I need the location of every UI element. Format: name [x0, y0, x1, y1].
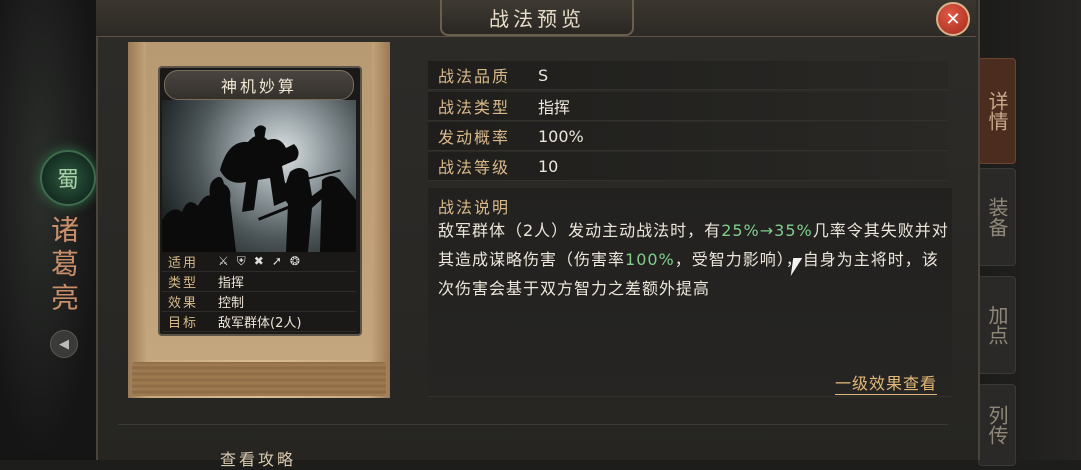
view-guide-button[interactable]: 查看攻略 [220, 446, 296, 470]
info-row-quality: 战法品质 S [428, 61, 948, 90]
level-effect-link[interactable]: 一级效果查看 [835, 370, 938, 395]
chariot-wheel-icon: ❂ [289, 254, 300, 268]
card-row-value: 控制 [218, 296, 245, 311]
probability-highlight: 25%→35% [721, 221, 813, 240]
info-key: 战法等级 [438, 158, 511, 177]
card-row-effect: 效果 控制 [162, 292, 356, 312]
damage-rate-highlight: 100% [625, 250, 675, 269]
info-value: 10 [538, 156, 559, 176]
scroll-rod [132, 362, 386, 396]
info-value: 指挥 [538, 98, 571, 117]
tactic-card-artwork [162, 100, 356, 252]
card-row-key: 类型 [168, 276, 199, 291]
info-value: 100% [538, 126, 584, 146]
shield-icon: ⛨ [236, 254, 246, 268]
card-row-applicable: 适用 ⚔ ⛨ ✖ ➚ ❂ [162, 252, 356, 272]
speaker-icon[interactable]: ◀ [50, 330, 78, 358]
info-row-level: 战法等级 10 [428, 152, 948, 181]
faction-emblem-icon: 蜀 [40, 150, 96, 206]
tab-biography[interactable]: 列传 [978, 384, 1016, 466]
info-row-probability: 发动概率 100% [428, 122, 948, 151]
crossbow-icon: ✖ [253, 254, 264, 268]
hero-name: 诸葛亮 [47, 215, 80, 317]
card-row-type: 类型 指挥 [162, 272, 356, 292]
divider [118, 424, 948, 425]
description-title: 战法说明 [438, 198, 511, 217]
close-button[interactable]: ✕ [936, 2, 970, 36]
tab-equipment[interactable]: 装备 [978, 168, 1016, 266]
description-text: 敌军群体（2人）发动主动战法时，有25%→35%几率令其失败并对其造成谋略伤害（… [438, 221, 949, 298]
battle-silhouette-image [162, 125, 356, 252]
info-key: 发动概率 [438, 128, 511, 147]
card-row-value: 指挥 [218, 276, 245, 291]
tab-details[interactable]: 详情 [978, 58, 1016, 164]
card-row-target: 目标 敌军群体(2人) [162, 312, 356, 332]
info-key: 战法品质 [438, 67, 511, 86]
spear-icon: ➚ [271, 254, 282, 268]
card-row-key: 效果 [168, 296, 199, 311]
tactic-card-attributes: 适用 ⚔ ⛨ ✖ ➚ ❂ 类型 指挥 效果 控制 目标 敌军群体(2人) [162, 252, 356, 332]
info-value: S [538, 65, 549, 85]
info-key: 战法类型 [438, 98, 511, 117]
window-title: 战法预览 [440, 0, 634, 36]
card-row-key: 目标 [168, 316, 199, 331]
info-row-type: 战法类型 指挥 [428, 92, 948, 121]
card-row-value: 敌军群体(2人) [218, 316, 302, 331]
tactic-card-title: 神机妙算 [164, 70, 354, 100]
tab-attributes[interactable]: 加点 [978, 276, 1016, 374]
card-row-key: 适用 [168, 256, 199, 271]
axe-icon: ⚔ [218, 254, 229, 268]
